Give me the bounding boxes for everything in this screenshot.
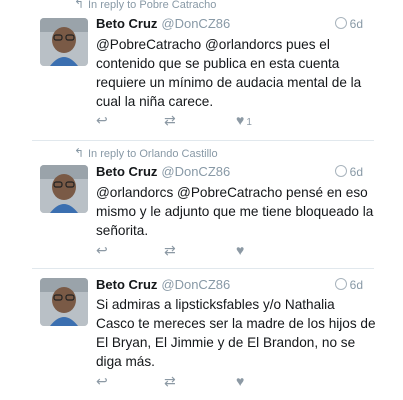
author-handle[interactable]: @DonCZ86 [161, 164, 230, 179]
tweet-3[interactable]: Beto Cruz @DonCZ86 6d Si admiras a lipsti… [0, 269, 403, 400]
tweet-actions: ↩ ⇄ ♥ [96, 373, 296, 391]
reply-arrow-icon: ↰ [74, 146, 85, 160]
in-reply-to[interactable]: ↰ In reply to Pobre Catracho [74, 0, 216, 11]
tweet-header: Beto Cruz @DonCZ86 [96, 277, 230, 292]
author-handle[interactable]: @DonCZ86 [161, 277, 230, 292]
globe-icon [334, 17, 347, 29]
timestamp[interactable]: 6d [334, 165, 363, 179]
avatar[interactable] [40, 165, 88, 213]
retweet-icon[interactable]: ⇄ [164, 242, 176, 259]
reply-icon[interactable]: ↩ [96, 242, 108, 259]
retweet-icon[interactable]: ⇄ [164, 112, 176, 129]
tweet-1[interactable]: ↰ In reply to Pobre Catracho Beto Cruz @Do… [0, 0, 403, 140]
avatar[interactable] [40, 18, 88, 66]
reply-icon[interactable]: ↩ [96, 373, 108, 390]
like-button[interactable]: ♥ 1 [236, 112, 252, 128]
reply-arrow-icon: ↰ [74, 0, 85, 11]
tweet-text: @PobreCatracho @orlandorcs pues el conte… [96, 37, 362, 109]
tweet-2[interactable]: ↰ In reply to Orlando Castillo Beto Cruz @… [0, 141, 403, 267]
tweet-text: @orlandorcs @PobreCatracho pensé en eso … [96, 185, 374, 238]
heart-icon: ♥ [236, 242, 245, 258]
like-button[interactable]: ♥ [236, 242, 246, 258]
tweet-header: Beto Cruz @DonCZ86 [96, 16, 230, 31]
tweet-actions: ↩ ⇄ ♥ [96, 242, 296, 260]
globe-icon [334, 278, 347, 290]
retweet-icon[interactable]: ⇄ [164, 373, 176, 390]
timestamp[interactable]: 6d [334, 278, 363, 292]
like-button[interactable]: ♥ [236, 373, 246, 389]
tweet-header: Beto Cruz @DonCZ86 [96, 164, 230, 179]
author-handle[interactable]: @DonCZ86 [161, 16, 230, 31]
heart-icon: ♥ [236, 112, 245, 128]
tweet-text: Si admiras a lipsticksfables y/o Nathali… [96, 297, 376, 369]
reply-icon[interactable]: ↩ [96, 112, 108, 129]
author-name[interactable]: Beto Cruz [96, 164, 157, 179]
in-reply-to[interactable]: ↰ In reply to Orlando Castillo [74, 146, 218, 160]
heart-icon: ♥ [236, 373, 245, 389]
like-count: 1 [246, 117, 252, 128]
tweet-actions: ↩ ⇄ ♥ 1 [96, 112, 296, 130]
avatar[interactable] [40, 278, 88, 326]
timestamp[interactable]: 6d [334, 17, 363, 31]
globe-icon [334, 165, 347, 177]
author-name[interactable]: Beto Cruz [96, 16, 157, 31]
author-name[interactable]: Beto Cruz [96, 277, 157, 292]
